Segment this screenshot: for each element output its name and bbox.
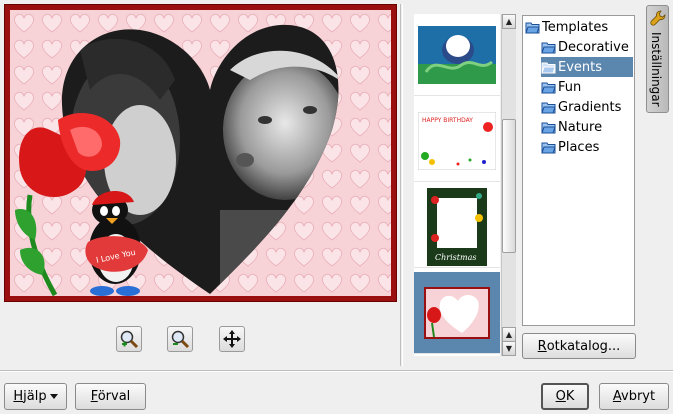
thumbnail-christmas[interactable]: Christmas — [414, 186, 500, 268]
button-mnemonic: H — [13, 389, 24, 404]
folder-icon — [541, 102, 556, 113]
heart-rose-image — [424, 286, 490, 339]
tree-item-events[interactable]: Events — [541, 57, 633, 77]
tree-item-label: Decorative — [558, 39, 629, 55]
thumbnail-happy-birthday[interactable]: HAPPY BIRTHDAY — [414, 100, 500, 182]
template-preview: I Love You — [4, 4, 397, 302]
christmas-text: Christmas — [435, 253, 476, 262]
defaults-button[interactable]: Förval — [75, 383, 146, 410]
pane-divider[interactable] — [400, 4, 403, 366]
wrench-icon — [650, 10, 666, 26]
tree-item-fun[interactable]: Fun — [541, 77, 584, 97]
scroll-up-button[interactable]: ▲ — [502, 327, 516, 342]
preview-canvas: I Love You — [10, 10, 391, 296]
folder-icon — [541, 142, 556, 153]
tree-item-label: Templates — [542, 19, 609, 35]
button-label: jälp — [23, 389, 47, 404]
template-thumbnail-list[interactable]: HAPPY BIRTHDAY Christmas — [414, 14, 500, 356]
bottom-separator — [0, 370, 673, 372]
button-label: örval — [97, 389, 131, 404]
scroll-up-button[interactable]: ▲ — [502, 14, 516, 29]
thumbnail-scrollbar[interactable]: ▲ ▲ ▼ — [501, 14, 516, 356]
folder-icon — [541, 122, 556, 133]
tree-item-decorative[interactable]: Decorative — [541, 37, 632, 57]
button-mnemonic: O — [555, 389, 566, 404]
zoom-in-button[interactable] — [116, 326, 142, 352]
thumbnail-heart-rose[interactable] — [414, 272, 500, 354]
zoom-out-icon — [171, 330, 190, 349]
folder-icon — [541, 82, 556, 93]
tree-item-places[interactable]: Places — [541, 137, 602, 157]
button-label: vbryt — [621, 389, 656, 404]
button-mnemonic: R — [537, 338, 547, 354]
tree-item-label: Fun — [558, 79, 582, 95]
thumbnail-underwater[interactable] — [414, 14, 500, 96]
button-label: K — [565, 389, 575, 404]
root-folder-button[interactable]: Rotkatalog... — [522, 333, 636, 359]
tree-item-label: Gradients — [558, 99, 622, 115]
category-tree[interactable]: Templates Decorative Events Fun Gradient… — [522, 15, 635, 326]
folder-icon — [541, 62, 556, 73]
button-label: otkatalog... — [546, 338, 621, 354]
scrollbar-thumb[interactable] — [502, 119, 516, 253]
zoom-out-button[interactable] — [167, 326, 193, 352]
tree-item-label: Places — [558, 139, 600, 155]
christmas-image: Christmas — [427, 187, 487, 266]
folder-icon — [541, 42, 556, 53]
dropdown-arrow-icon — [49, 393, 58, 399]
button-mnemonic: A — [612, 389, 622, 404]
move-icon — [223, 330, 241, 348]
cancel-button[interactable]: Avbryt — [599, 383, 669, 410]
settings-tab[interactable]: Inställningar — [646, 5, 669, 113]
ok-button[interactable]: OK — [541, 383, 589, 410]
birthday-image: HAPPY BIRTHDAY — [418, 111, 496, 170]
tree-item-nature[interactable]: Nature — [541, 117, 605, 137]
hearts-background: I Love You — [10, 10, 391, 296]
tree-item-gradients[interactable]: Gradients — [541, 97, 624, 117]
help-button[interactable]: Hjälp — [4, 383, 67, 410]
folder-open-icon — [525, 22, 540, 33]
underwater-image — [418, 25, 496, 84]
tree-item-label: Events — [558, 59, 603, 75]
fit-button[interactable] — [219, 326, 245, 352]
zoom-in-icon — [120, 330, 139, 349]
tree-item-templates[interactable]: Templates — [525, 17, 611, 37]
tree-item-label: Nature — [558, 119, 603, 135]
button-mnemonic: F — [90, 389, 98, 404]
settings-tab-label: Inställningar — [649, 32, 663, 107]
scroll-down-button[interactable]: ▼ — [502, 341, 516, 356]
birthday-text: HAPPY BIRTHDAY — [422, 117, 473, 124]
